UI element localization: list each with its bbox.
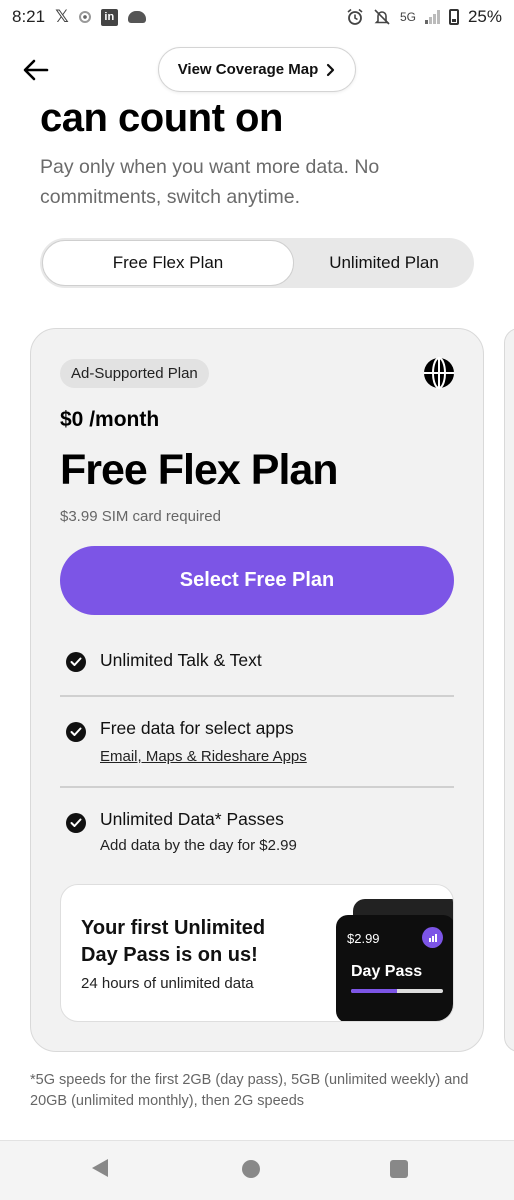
battery-percent: 25% (467, 7, 502, 26)
alarm-icon (346, 8, 364, 26)
signal-bars-icon (422, 927, 443, 948)
plan-title: Free Flex Plan (60, 446, 339, 494)
ad-supported-badge: Ad-Supported Plan (60, 359, 209, 388)
divider (60, 695, 454, 697)
check-circle-icon (66, 722, 86, 742)
promo-title: Your first Unlimited Day Pass is on us! (81, 917, 266, 966)
status-left: 8:21 𝕏 in (12, 7, 146, 27)
pass-name: Day Pass (351, 963, 423, 980)
arrow-left-icon (23, 59, 49, 81)
recents-square-icon[interactable] (390, 1160, 408, 1178)
select-free-plan-button[interactable]: Select Free Plan (60, 546, 454, 615)
back-triangle-icon[interactable] (92, 1159, 108, 1177)
day-pass-promo: Your first Unlimited Day Pass is on us! … (60, 884, 454, 1022)
cloud-icon (127, 11, 146, 23)
plan-price: $0 /month (60, 408, 160, 431)
mute-icon (373, 8, 391, 26)
feature-title: Free data for select apps (100, 718, 294, 738)
home-circle-icon[interactable] (242, 1160, 260, 1178)
linkedin-icon: in (100, 8, 118, 26)
coverage-label: View Coverage Map (177, 61, 319, 78)
feature-subtitle: Add data by the day for $2.99 (100, 837, 297, 854)
x-icon: 𝕏 (55, 7, 69, 26)
promo-subtitle: 24 hours of unlimited data (81, 975, 254, 992)
plan-toggle: Free Flex Plan Unlimited Plan (40, 238, 474, 288)
signal-icon (424, 10, 440, 24)
tab-unlimited-plan[interactable]: Unlimited Plan (296, 240, 472, 286)
feature-title: Unlimited Data* Passes (100, 809, 284, 829)
page-subtext: Pay only when you want more data. No com… (40, 156, 380, 208)
page-headline: can count on (40, 96, 283, 140)
record-icon (78, 11, 91, 23)
check-circle-icon (66, 652, 86, 672)
pass-progress-fill (351, 989, 397, 993)
divider (60, 786, 454, 788)
sim-card-note: $3.99 SIM card required (60, 508, 221, 525)
feature-title: Unlimited Talk & Text (100, 650, 262, 670)
status-time: 8:21 (12, 7, 46, 26)
day-pass-card: $2.99 Day Pass (336, 915, 453, 1021)
pass-price: $2.99 (347, 931, 380, 946)
system-nav-bar (0, 1140, 514, 1200)
view-coverage-map-button[interactable]: View Coverage Map (158, 47, 356, 92)
status-right: 5G 25% (346, 7, 502, 27)
pass-progress-bar (351, 989, 443, 993)
back-button[interactable] (22, 56, 50, 84)
globe-icon (423, 357, 455, 389)
battery-icon (448, 9, 459, 25)
status-bar: 8:21 𝕏 in 5G 25% (0, 0, 514, 34)
next-plan-card-edge[interactable] (504, 328, 514, 1052)
check-circle-icon (66, 813, 86, 833)
footnote: *5G speeds for the first 2GB (day pass),… (30, 1072, 469, 1109)
tab-free-flex-plan[interactable]: Free Flex Plan (42, 240, 294, 286)
chevron-right-icon (327, 63, 335, 76)
select-apps-link[interactable]: Email, Maps & Rideshare Apps (100, 748, 307, 765)
network-type: 5G (399, 10, 416, 24)
